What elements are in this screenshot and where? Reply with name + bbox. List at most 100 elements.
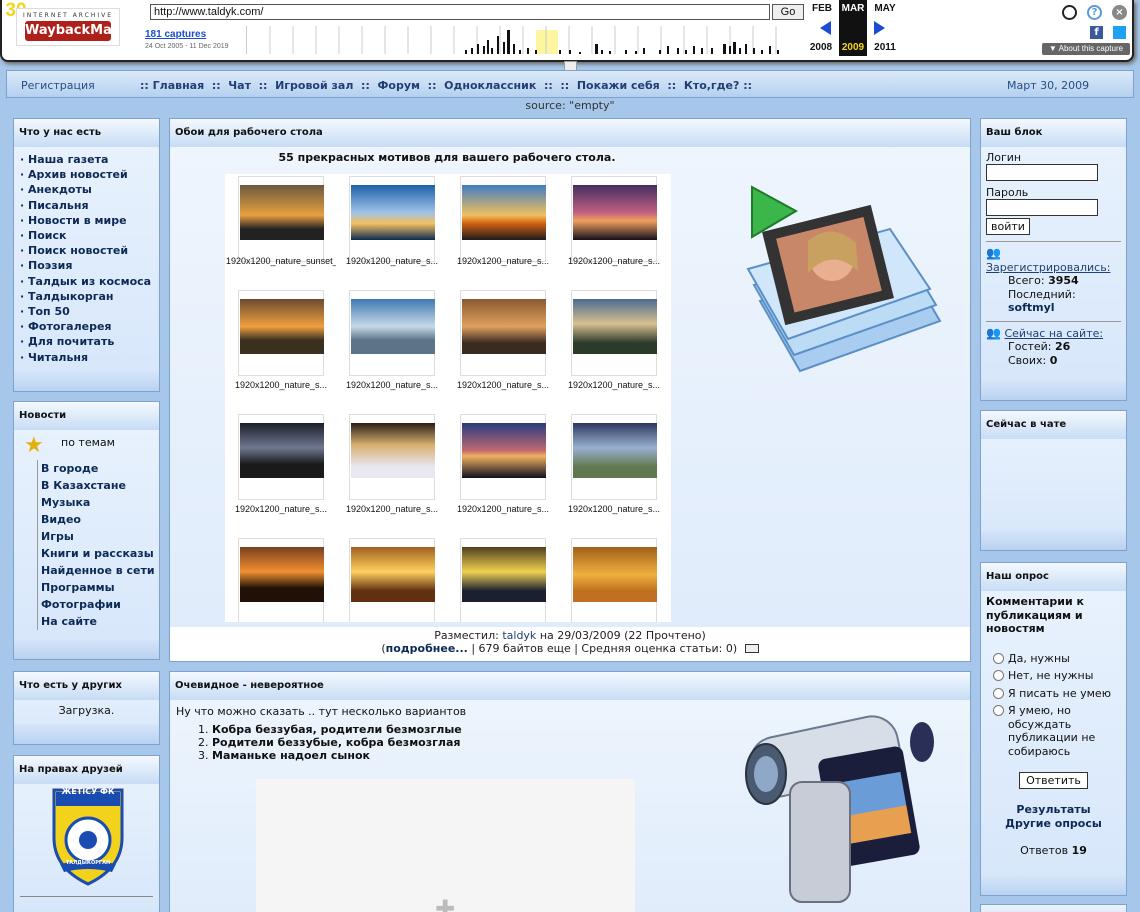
wallpaper-caption: 1920x1200_nature_s... [456, 380, 550, 390]
logo-top-text: INTERNET ARCHIVE [22, 12, 114, 19]
close-icon[interactable]: × [1112, 5, 1127, 20]
wallpaper-thumb[interactable] [238, 414, 324, 500]
password-input[interactable] [986, 199, 1098, 216]
news-topic-item[interactable]: Музыка [37, 494, 159, 511]
go-button[interactable]: Go [772, 4, 804, 20]
year-prev[interactable]: 2008 [806, 42, 836, 53]
what-we-have-item[interactable]: · Поэзия [14, 258, 159, 273]
registered-link[interactable]: Зарегистрировались: [986, 261, 1121, 275]
what-we-have-item[interactable]: · Читальня [14, 350, 159, 365]
box-footer [14, 639, 159, 659]
login-input[interactable] [986, 164, 1098, 181]
wallpaper-thumb[interactable] [571, 414, 657, 500]
wallpaper-thumb[interactable] [238, 290, 324, 376]
author-link[interactable]: taldyk [502, 629, 536, 642]
news-topic-item[interactable]: Игры [37, 528, 159, 545]
facebook-icon[interactable]: f [1090, 26, 1103, 39]
news-topic-item[interactable]: В Казахстане [37, 477, 159, 494]
poll-option[interactable]: Я умею, но обсуждать публикации не собир… [993, 704, 1126, 758]
wallpaper-gallery: 1920x1200_nature_sunset_00.jpg 1920x1200… [225, 174, 671, 622]
login-button[interactable]: войти [986, 218, 1030, 235]
what-we-have-item[interactable]: · Талдыкорган [14, 289, 159, 304]
what-we-have-item[interactable]: · Писальня [14, 198, 159, 213]
month-prev[interactable]: FEB [808, 3, 836, 14]
poll-question: Комментарии к публикациям и новостям [986, 595, 1084, 635]
wayback-logo[interactable]: INTERNET ARCHIVE WaybackMachine [16, 8, 151, 46]
radio-button[interactable] [993, 652, 1004, 664]
wallpaper-thumb[interactable] [571, 290, 657, 376]
news-topics-row: ★ по темам [14, 430, 159, 460]
what-we-have-item[interactable]: · Талдык из космоса [14, 274, 159, 289]
register-link[interactable]: Регистрация [21, 79, 95, 92]
what-we-have-item[interactable]: · Анекдоты [14, 182, 159, 197]
news-topic-item[interactable]: Программы [37, 579, 159, 596]
wallpaper-thumb[interactable] [349, 414, 435, 500]
next-box [980, 904, 1127, 912]
news-topic-item[interactable]: Найденное в сети [37, 562, 159, 579]
box-footer [14, 724, 159, 744]
box-footer [14, 371, 159, 391]
news-topic-item[interactable]: Фотографии [37, 596, 159, 613]
last-user-link[interactable]: softmyl [986, 301, 1121, 315]
wallpaper-thumb[interactable] [238, 176, 324, 262]
what-we-have-item[interactable]: · Топ 50 [14, 304, 159, 319]
last-label: Последний: [1008, 287, 1076, 301]
main-nav-links[interactable]: :: Главная :: Чат :: Игровой зал :: Фору… [140, 79, 752, 92]
divider [986, 320, 1121, 322]
read-more-link[interactable]: подробнее... [386, 642, 468, 655]
month-next[interactable]: MAY [870, 3, 900, 14]
user-block: Ваш блок Логин Пароль войти 👥 Зарегистри… [980, 118, 1127, 401]
video-placeholder[interactable]: ✚ [256, 779, 635, 912]
users-icon: 👥 [986, 325, 1001, 340]
twitter-icon[interactable] [1113, 26, 1126, 39]
results-link[interactable]: Результаты [981, 803, 1126, 817]
login-label: Логин [986, 151, 1022, 164]
chat-box: Сейчас в чате [980, 410, 1127, 551]
news-topic-item[interactable]: В городе [37, 460, 159, 477]
what-we-have-item[interactable]: · Фотогалерея [14, 319, 159, 334]
printer-icon[interactable] [744, 644, 759, 653]
what-we-have-item[interactable]: · Для почитать [14, 334, 159, 349]
other-polls-link[interactable]: Другие опросы [981, 817, 1126, 831]
wallpaper-thumb[interactable] [349, 538, 435, 622]
wallpaper-thumb[interactable] [460, 290, 546, 376]
poll-options: Да, нужны Нет, не нужны Я писать не умею… [981, 640, 1126, 759]
what-we-have-item[interactable]: · Поиск [14, 228, 159, 243]
year-next[interactable]: 2011 [870, 42, 900, 53]
zhetysu-fc-logo[interactable] [50, 786, 126, 886]
about-capture-button[interactable]: ▼ About this capture [1042, 43, 1130, 55]
what-we-have-item[interactable]: · Архив новостей [14, 167, 159, 182]
wallpaper-thumb[interactable] [460, 414, 546, 500]
wallpaper-thumb[interactable] [460, 538, 546, 622]
poll-option[interactable]: Нет, не нужны [993, 669, 1126, 683]
media-player-icon [746, 185, 942, 373]
wallpaper-thumb[interactable] [571, 176, 657, 262]
captures-link[interactable]: 181 captures [145, 29, 206, 40]
prev-capture-arrow-icon[interactable] [820, 21, 831, 35]
news-topic-item[interactable]: Книги и рассказы [37, 545, 159, 562]
month-current: MAR [841, 3, 865, 14]
wallpaper-thumb[interactable] [460, 176, 546, 262]
poll-option[interactable]: Да, нужны [993, 652, 1126, 666]
poll-option[interactable]: Я писать не умею [993, 687, 1126, 701]
what-we-have-item[interactable]: · Поиск новостей [14, 243, 159, 258]
captures-sparkline[interactable] [246, 26, 802, 54]
user-icon[interactable] [1062, 5, 1077, 20]
vote-button[interactable]: Ответить [1019, 772, 1088, 789]
wallpaper-thumb[interactable] [238, 538, 324, 622]
online-link[interactable]: Сейчас на сайте: [1004, 327, 1103, 340]
help-icon[interactable]: ? [1087, 5, 1102, 20]
wallpaper-thumb[interactable] [349, 290, 435, 376]
news-topic-item[interactable]: Видео [37, 511, 159, 528]
next-capture-arrow-icon[interactable] [874, 21, 885, 35]
what-we-have-item[interactable]: · Наша газета [14, 152, 159, 167]
what-we-have-item[interactable]: · Новости в мире [14, 213, 159, 228]
news-title: Новости [14, 402, 159, 430]
radio-button[interactable] [993, 687, 1004, 699]
wallpaper-thumb[interactable] [571, 538, 657, 622]
url-input[interactable]: http://www.taldyk.com/ [150, 4, 770, 20]
wallpaper-thumb[interactable] [349, 176, 435, 262]
radio-button[interactable] [993, 705, 1004, 716]
news-topic-item[interactable]: На сайте [37, 613, 159, 630]
radio-button[interactable] [993, 670, 1004, 681]
